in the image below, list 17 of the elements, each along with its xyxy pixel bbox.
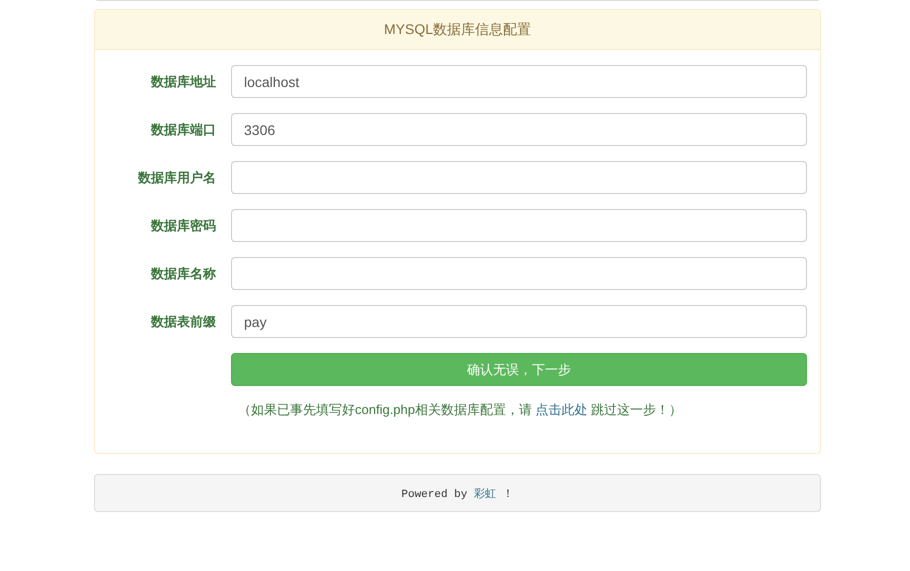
skip-note: （如果已事先填写好config.php相关数据库配置，请 点击此处 跳过这一步！） bbox=[237, 401, 684, 419]
field-label: 数据库密码 bbox=[150, 216, 217, 234]
panel-title: MYSQL数据库信息配置 bbox=[95, 10, 820, 50]
skip-link[interactable]: 点击此处 bbox=[536, 402, 588, 417]
input-field[interactable]: localhost bbox=[231, 65, 807, 98]
input-field[interactable]: pay bbox=[231, 305, 807, 338]
powered-by-text: Powered by 彩虹 ！ bbox=[401, 487, 514, 500]
field-label: 数据库用户名 bbox=[136, 168, 217, 186]
field-label: 数据库地址 bbox=[150, 72, 217, 90]
input-field[interactable]: 3306 bbox=[231, 113, 807, 146]
input-field[interactable] bbox=[231, 161, 807, 194]
field-label: 数据表前缀 bbox=[150, 312, 217, 330]
input-field[interactable] bbox=[231, 209, 807, 242]
field-label: 数据库端口 bbox=[150, 120, 217, 138]
author-link[interactable]: 彩虹 bbox=[474, 488, 496, 500]
input-field[interactable] bbox=[231, 257, 807, 290]
field-label: 数据库名称 bbox=[150, 264, 217, 282]
